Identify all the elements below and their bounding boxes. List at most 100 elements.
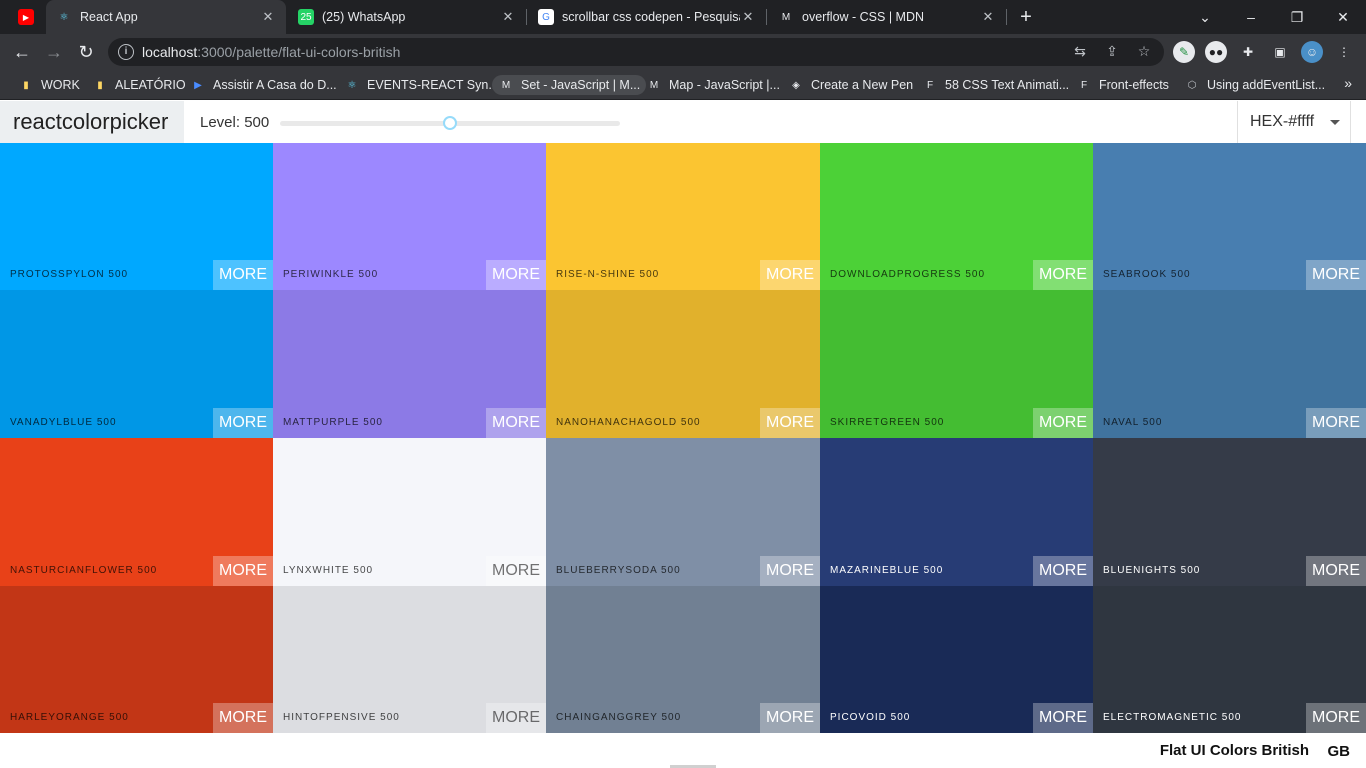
color-box[interactable]: mattpurple 500 MORE (273, 290, 546, 438)
color-box[interactable]: rise-n-shine 500 MORE (546, 143, 820, 290)
level-slider[interactable] (280, 116, 620, 130)
color-box[interactable]: hintofpensive 500 MORE (273, 586, 546, 733)
more-button[interactable]: MORE (213, 408, 273, 438)
logo[interactable]: reactcolorpicker (0, 101, 184, 143)
reload-icon[interactable]: ↻ (73, 39, 99, 65)
more-button[interactable]: MORE (213, 260, 273, 290)
minimize-icon[interactable]: – (1228, 0, 1274, 34)
new-tab-button[interactable]: + (1015, 6, 1037, 28)
color-box[interactable]: blueberrysoda 500 MORE (546, 438, 820, 586)
color-box[interactable]: protosspylon 500 MORE (0, 143, 273, 290)
bookmark-item[interactable]: ▮ WORK (18, 75, 80, 95)
bookmark-item[interactable]: ◈ Create a New Pen (788, 75, 913, 95)
color-name: hintofpensive 500 (283, 712, 400, 723)
bookmark-item[interactable]: ▮ ALEATÓRIO (92, 75, 185, 95)
more-button[interactable]: MORE (1033, 703, 1093, 733)
menu-kebab-icon[interactable]: ⋮ (1333, 41, 1355, 63)
color-box[interactable]: lynxwhite 500 MORE (273, 438, 546, 586)
color-name: picovoid 500 (830, 712, 911, 723)
color-box[interactable]: nanohanachagold 500 MORE (546, 290, 820, 438)
bookmarks-bar: ▮ WORK ▮ ALEATÓRIO ▶ Assistir A Casa do D... ⚛… (0, 70, 1366, 100)
bookmark-item[interactable]: F Front-effects (1076, 75, 1169, 95)
format-select[interactable]: HEX-#ffff (1237, 101, 1351, 143)
color-box[interactable]: mazarineblue 500 MORE (820, 438, 1093, 586)
color-box[interactable]: electromagnetic 500 MORE (1093, 586, 1366, 733)
bookmark-item[interactable]: M Map - JavaScript |... (646, 75, 780, 95)
close-tab-icon[interactable]: ✕ (260, 9, 276, 25)
color-name: bluenights 500 (1103, 565, 1201, 576)
url-text[interactable]: localhost:3000/palette/flat-ui-colors-br… (142, 44, 400, 60)
close-window-icon[interactable]: ✕ (1320, 0, 1366, 34)
translate-icon[interactable]: ⇆ (1070, 43, 1090, 61)
more-button[interactable]: MORE (213, 703, 273, 733)
color-name: lynxwhite 500 (283, 565, 374, 576)
color-box[interactable]: picovoid 500 MORE (820, 586, 1093, 733)
close-tab-icon[interactable]: ✕ (740, 9, 756, 25)
more-button[interactable]: MORE (1033, 408, 1093, 438)
bookmark-item[interactable]: F 58 CSS Text Animati... (922, 75, 1069, 95)
bookmarks-overflow-icon[interactable]: » (1344, 75, 1352, 91)
more-button[interactable]: MORE (486, 703, 546, 733)
codepen-icon: ◈ (792, 79, 800, 91)
more-button[interactable]: MORE (1033, 260, 1093, 290)
browser-tab[interactable]: ⚛ React App ✕ (46, 0, 286, 34)
more-button[interactable]: MORE (760, 260, 820, 290)
more-button[interactable]: MORE (1033, 556, 1093, 586)
extension-icon[interactable]: ✎ (1173, 41, 1195, 63)
color-box[interactable]: naval 500 MORE (1093, 290, 1366, 438)
site-info-icon[interactable]: i (118, 44, 134, 60)
extension-eyes-icon[interactable]: ●● (1205, 41, 1227, 63)
tab-youtube-pinned[interactable]: ▶ (8, 0, 46, 34)
more-button[interactable]: MORE (760, 556, 820, 586)
share-icon[interactable]: ⇪ (1102, 43, 1122, 61)
close-tab-icon[interactable]: ✕ (980, 9, 996, 25)
color-name: mazarineblue 500 (830, 565, 944, 576)
browser-tab[interactable]: Gscrollbar css codepen - Pesquisa ✕ (528, 0, 766, 34)
browser-tab-bar: ▶ ⚛ React App ✕ 25 (25) WhatsApp ✕ Gscrollbar … (0, 0, 1366, 34)
maximize-icon[interactable]: ❐ (1274, 0, 1320, 34)
close-tab-icon[interactable]: ✕ (500, 9, 516, 25)
more-button[interactable]: MORE (486, 408, 546, 438)
bookmark-item[interactable]: M Set - JavaScript | M... (492, 75, 647, 95)
bookmark-item[interactable]: ▶ Assistir A Casa do D... (190, 75, 337, 95)
color-box[interactable]: chainganggrey 500 MORE (546, 586, 820, 733)
color-name: skirretgreen 500 (830, 417, 945, 428)
more-button[interactable]: MORE (1306, 556, 1366, 586)
bookmark-label: 58 CSS Text Animati... (945, 78, 1070, 92)
more-button[interactable]: MORE (760, 408, 820, 438)
color-name: naval 500 (1103, 417, 1163, 428)
back-icon[interactable]: ← (9, 39, 35, 65)
color-box[interactable]: seabrook 500 MORE (1093, 143, 1366, 290)
side-panel-icon[interactable]: ▣ (1269, 41, 1291, 63)
color-name: rise-n-shine 500 (556, 269, 660, 280)
bookmark-item[interactable]: ⚛ EVENTS-REACT Syn... (344, 75, 499, 95)
forward-icon[interactable]: → (41, 39, 67, 65)
more-button[interactable]: MORE (486, 260, 546, 290)
more-button[interactable]: MORE (1306, 408, 1366, 438)
address-bar[interactable]: i localhost:3000/palette/flat-ui-colors-… (108, 38, 1164, 66)
color-box[interactable]: downloadprogress 500 MORE (820, 143, 1093, 290)
color-box[interactable]: nasturcianflower 500 MORE (0, 438, 273, 586)
more-button[interactable]: MORE (213, 556, 273, 586)
bookmark-star-icon[interactable]: ☆ (1134, 43, 1154, 61)
tab-search-icon[interactable]: ⌄ (1182, 0, 1228, 34)
color-box[interactable]: periwinkle 500 MORE (273, 143, 546, 290)
more-button[interactable]: MORE (486, 556, 546, 586)
more-button[interactable]: MORE (760, 703, 820, 733)
color-box[interactable]: harleyorange 500 MORE (0, 586, 273, 733)
color-box[interactable]: vanadylblue 500 MORE (0, 290, 273, 438)
browser-tab[interactable]: Moverflow - CSS | MDN ✕ (768, 0, 1006, 34)
palette-footer: Flat UI Colors British GB (0, 733, 1366, 768)
tab-title: overflow - CSS | MDN (802, 10, 925, 24)
bookmark-item[interactable]: ⬡ Using addEventList... (1184, 75, 1326, 95)
slider-handle[interactable] (443, 116, 457, 130)
browser-tab[interactable]: 25 (25) WhatsApp ✕ (288, 0, 526, 34)
puzzle-icon[interactable]: ✚ (1237, 41, 1259, 63)
color-box[interactable]: skirretgreen 500 MORE (820, 290, 1093, 438)
more-button[interactable]: MORE (1306, 260, 1366, 290)
more-button[interactable]: MORE (1306, 703, 1366, 733)
color-box[interactable]: bluenights 500 MORE (1093, 438, 1366, 586)
f-icon: F (926, 79, 934, 91)
avatar[interactable]: ☺ (1301, 41, 1323, 63)
chevron-down-icon (1330, 120, 1340, 125)
